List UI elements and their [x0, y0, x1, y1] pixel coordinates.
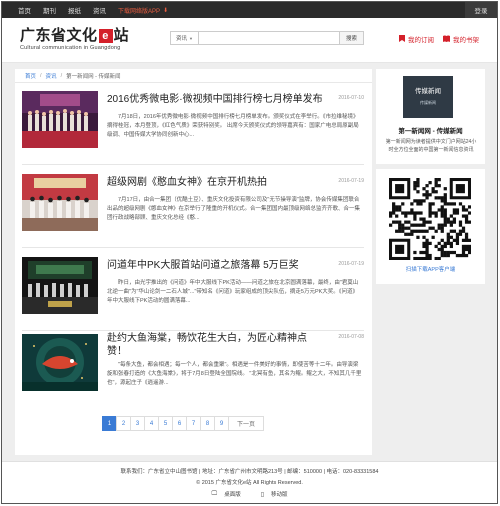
logo-prefix: 广东省文化	[20, 27, 98, 44]
search-type-select[interactable]: 资讯 ▼	[170, 31, 198, 45]
footer-links: 🖵 桌面版 ▯ 移动版	[2, 490, 497, 499]
page-6[interactable]: 6	[172, 416, 187, 431]
mobile-icon: ▯	[260, 491, 265, 498]
article-list-panel: 首页 / 资讯 / 第一新闻网 - 传媒新闻 2016优秀微电影·微视频中国排行…	[15, 69, 372, 455]
nav-journals[interactable]: 期刊	[43, 5, 56, 15]
breadcrumb-current: 第一新闻网 - 传媒新闻	[66, 73, 121, 80]
article-date: 2016-07-10	[338, 95, 364, 101]
my-subscriptions-label: 我的订阅	[408, 37, 434, 44]
article-thumbnail[interactable]	[22, 334, 98, 391]
qr-caption[interactable]: 扫描下载APP客户端	[376, 265, 485, 273]
content-area: 首页 / 资讯 / 第一新闻网 - 传媒新闻 2016优秀微电影·微视频中国排行…	[2, 63, 497, 461]
article-title[interactable]: 赴约大鱼海棠，畅饮花生大白，为匠心精神点赞！	[107, 332, 317, 358]
page-4[interactable]: 4	[144, 416, 159, 431]
app-qr-panel: 扫描下载APP客户端	[376, 169, 485, 284]
site-logo[interactable]: 广东省文化 e 站 Cultural communication in Guan…	[20, 27, 129, 51]
article-item[interactable]: 赴约大鱼海棠，畅饮花生大白，为匠心精神点赞！ 2016-07-08 "每条大鱼，…	[22, 330, 364, 406]
article-summary: 昨日，由光宇推出的《问道》年中大服线下PK活动——问道之旅在北京圆满落幕，最终，…	[107, 280, 359, 304]
book-icon	[443, 35, 450, 44]
channel-name[interactable]: 第一新闻网 - 传媒新闻	[376, 125, 485, 135]
channel-cover-image[interactable]: 传媒新闻 传媒新闻	[403, 76, 453, 118]
article-date: 2016-07-19	[338, 178, 364, 184]
desktop-version-link[interactable]: 🖵 桌面版	[206, 490, 245, 499]
article-title[interactable]: 超级网剧《憨血女神》在京开机热拍	[107, 176, 337, 189]
my-bookshelf-link[interactable]: 我的书架	[443, 34, 479, 44]
breadcrumb-separator: /	[40, 72, 42, 79]
channel-cover-title: 传媒新闻	[415, 86, 441, 95]
desktop-version-label: 桌面版	[224, 492, 241, 498]
breadcrumb-news[interactable]: 资讯	[46, 72, 57, 80]
my-bookshelf-label: 我的书架	[453, 37, 479, 44]
search-input[interactable]	[198, 31, 340, 45]
article-item[interactable]: 问道年中PK大服首站问道之旅落幕 5万巨奖 2016-07-19 昨日，由光宇推…	[22, 257, 364, 331]
monitor-icon: 🖵	[211, 490, 218, 497]
page-9[interactable]: 9	[214, 416, 229, 431]
chevron-down-icon: ▼	[189, 35, 193, 41]
page-frame: 首页 期刊 报纸 资讯 下载网络版APP ⬇ 登录 广东省文化 e 站 Cult…	[1, 1, 498, 504]
login-button[interactable]: 登录	[465, 2, 497, 18]
page-2[interactable]: 2	[116, 416, 131, 431]
mobile-version-link[interactable]: ▯ 移动版	[256, 490, 293, 499]
logo-text: 广东省文化 e 站	[20, 27, 129, 44]
page-3[interactable]: 3	[130, 416, 145, 431]
footer-contact: 联系我们：广东省立中山图书馆 | 地址：广东省广州市文明路213号 | 邮编：5…	[120, 469, 379, 475]
app-download-label: 下载网络版APP	[118, 8, 161, 15]
pagination: 1 2 3 4 5 6 7 8 9 下一页	[102, 416, 265, 431]
page-7[interactable]: 7	[186, 416, 201, 431]
article-title[interactable]: 问道年中PK大服首站问道之旅落幕 5万巨奖	[107, 259, 337, 272]
article-thumbnail[interactable]	[22, 257, 98, 314]
article-summary: 7月18日，2016年优秀微电影·微视频中国排行榜七月榜单发布。颁奖仪式在李举行…	[107, 114, 359, 138]
bookmark-icon	[399, 34, 405, 44]
next-page-button[interactable]: 下一页	[228, 416, 265, 431]
article-item[interactable]: 超级网剧《憨血女神》在京开机热拍 2016-07-19 7月17日，由合一集团（…	[22, 174, 364, 248]
article-title[interactable]: 2016优秀微电影·微视频中国排行榜七月榜单发布	[107, 93, 337, 106]
footer-copyright: © 2015 广东省文化e站 All Rights Reserved.	[196, 480, 303, 486]
qr-code	[389, 178, 471, 260]
search-button[interactable]: 搜索	[340, 31, 364, 45]
article-summary: "每条大鱼，都会相遇；每一个人，都会重聚"。相遇是一件美好的事情，即使苦等十二年…	[107, 362, 362, 386]
search-bar: 资讯 ▼ 搜索	[170, 31, 364, 45]
page-8[interactable]: 8	[200, 416, 215, 431]
article-date: 2016-07-08	[338, 334, 364, 340]
logo-suffix: 站	[113, 27, 130, 44]
article-date: 2016-07-19	[338, 261, 364, 267]
article-thumbnail[interactable]	[22, 91, 98, 148]
site-footer: 联系我们：广东省立中山图书馆 | 地址：广东省广州市文明路213号 | 邮编：5…	[2, 461, 497, 503]
page-1[interactable]: 1	[102, 416, 117, 431]
top-nav: 首页 期刊 报纸 资讯 下载网络版APP ⬇	[18, 2, 168, 18]
search-type-label: 资讯	[176, 36, 188, 42]
app-download-link[interactable]: 下载网络版APP ⬇	[118, 6, 168, 15]
article-item[interactable]: 2016优秀微电影·微视频中国排行榜七月榜单发布 2016-07-10 7月18…	[22, 91, 364, 165]
channel-description: 第一新闻网为读者提供中文门户网站24小时全方位全面的中国第一新闻信息资讯	[385, 139, 477, 153]
logo-e-mark: e	[98, 28, 113, 43]
channel-cover-sub: 传媒新闻	[420, 99, 436, 105]
top-bar: 首页 期刊 报纸 资讯 下载网络版APP ⬇ 登录	[2, 2, 497, 18]
breadcrumb-home[interactable]: 首页	[25, 72, 36, 80]
download-icon: ⬇	[163, 7, 169, 14]
page-5[interactable]: 5	[158, 416, 173, 431]
site-header: 广东省文化 e 站 Cultural communication in Guan…	[2, 18, 497, 63]
breadcrumb: 首页 / 资讯 / 第一新闻网 - 传媒新闻	[15, 69, 372, 83]
article-thumbnail[interactable]	[22, 174, 98, 231]
mobile-version-label: 移动版	[271, 492, 288, 498]
my-subscriptions-link[interactable]: 我的订阅	[399, 34, 434, 44]
channel-card[interactable]: 传媒新闻 传媒新闻 第一新闻网 - 传媒新闻 第一新闻网为读者提供中文门户网站2…	[376, 69, 485, 164]
nav-news[interactable]: 资讯	[93, 5, 106, 15]
nav-home[interactable]: 首页	[18, 5, 31, 15]
breadcrumb-separator: /	[60, 72, 63, 79]
article-summary: 7月17日，由合一集团（优酷土豆）、重庆文化投资有限公司及"无节操导演"监牌，协…	[107, 197, 361, 221]
nav-newspapers[interactable]: 报纸	[68, 5, 81, 15]
logo-subtitle: Cultural communication in Guangdong	[20, 45, 121, 51]
